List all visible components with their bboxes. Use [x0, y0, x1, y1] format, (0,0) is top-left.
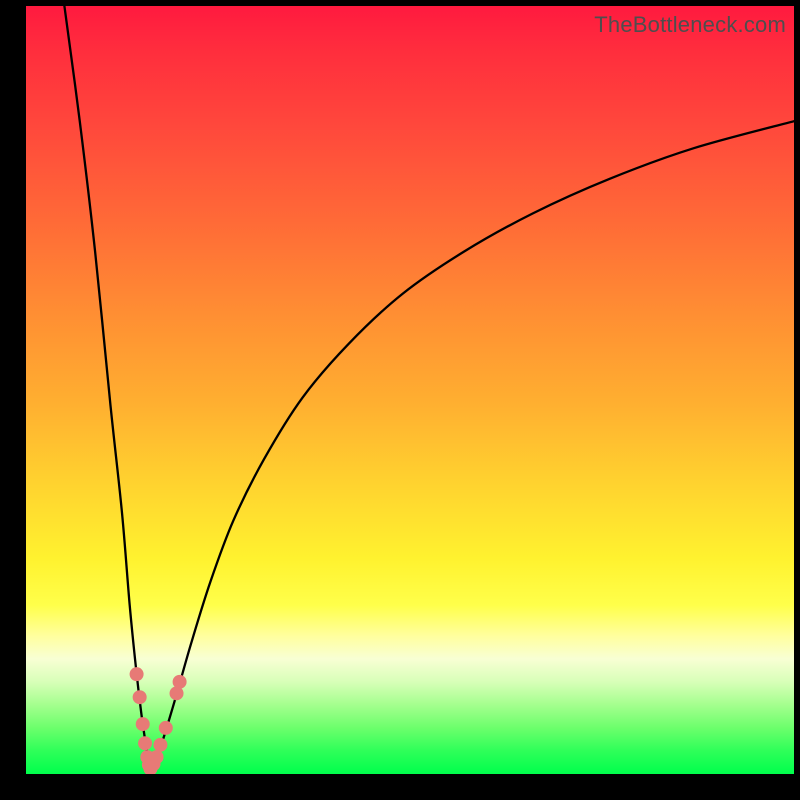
marker-dot [133, 690, 147, 704]
marker-dot [173, 675, 187, 689]
marker-dot [159, 721, 173, 735]
curves-svg [26, 6, 794, 774]
marker-dot [138, 736, 152, 750]
curve-left [64, 6, 150, 769]
marker-dot [136, 717, 150, 731]
chart-frame: TheBottleneck.com [0, 0, 800, 800]
marker-dot [150, 750, 164, 764]
curve-right [150, 121, 794, 769]
marker-dot [153, 738, 167, 752]
marker-dot [130, 667, 144, 681]
plot-area: TheBottleneck.com [26, 6, 794, 774]
